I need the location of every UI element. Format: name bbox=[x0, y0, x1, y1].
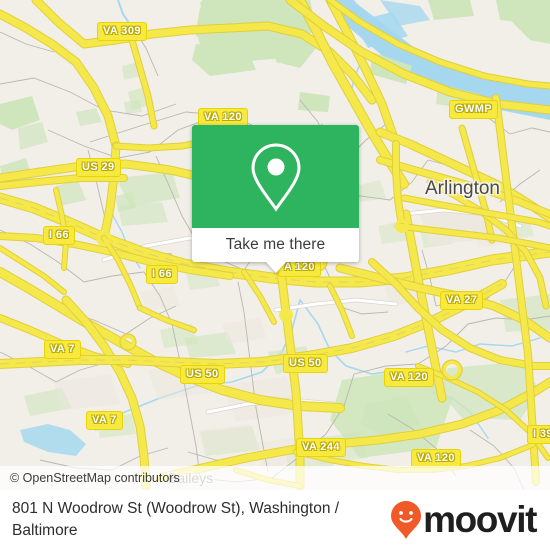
shield-va-7-south[interactable]: VA 7 bbox=[86, 411, 123, 430]
shield-gwmp[interactable]: GWMP bbox=[449, 100, 499, 119]
shield-i-66-west[interactable]: I 66 bbox=[43, 226, 75, 245]
moovit-map-screenshot: .w { fill:#a5d8ef; } .pk { fill:#cfe5bc;… bbox=[0, 0, 550, 550]
shield-i-395[interactable]: I 395 bbox=[527, 425, 550, 444]
callout-action-area[interactable]: Take me there bbox=[192, 228, 359, 273]
shield-va-244[interactable]: VA 244 bbox=[296, 438, 346, 457]
moovit-smiley-pin-icon bbox=[391, 501, 422, 539]
map-pin-icon bbox=[250, 142, 301, 212]
moovit-wordmark: moovit bbox=[423, 499, 537, 540]
map-canvas[interactable]: .w { fill:#a5d8ef; } .pk { fill:#cfe5bc;… bbox=[0, 0, 550, 490]
shield-va-309[interactable]: VA 309 bbox=[97, 22, 147, 41]
moovit-brand-logo[interactable]: moovit bbox=[390, 500, 550, 540]
shield-va-27[interactable]: VA 27 bbox=[440, 291, 484, 310]
shield-va-120-mid[interactable]: VA 120 bbox=[384, 368, 434, 387]
shield-us-50-west[interactable]: US 50 bbox=[180, 365, 225, 384]
shield-va-7-north[interactable]: VA 7 bbox=[44, 340, 81, 359]
page-title: 801 N Woodrow St (Woodrow St), Washingto… bbox=[12, 500, 340, 539]
location-callout-card[interactable]: Take me there bbox=[192, 125, 359, 273]
map-attribution-bar: © OpenStreetMap contributors bbox=[0, 466, 550, 490]
attribution-text[interactable]: © OpenStreetMap contributors bbox=[0, 471, 180, 485]
shield-us-29[interactable]: US 29 bbox=[76, 158, 121, 177]
take-me-there-label: Take me there bbox=[225, 236, 326, 253]
callout-tail-pointer bbox=[264, 261, 287, 273]
shield-i-66-east[interactable]: I 66 bbox=[146, 265, 178, 284]
place-label-arlington: Arlington bbox=[425, 178, 500, 199]
footer-bar: 801 N Woodrow St (Woodrow St), Washingto… bbox=[0, 490, 550, 550]
shield-us-50-east[interactable]: US 50 bbox=[283, 354, 328, 373]
callout-pin-area bbox=[192, 125, 359, 228]
